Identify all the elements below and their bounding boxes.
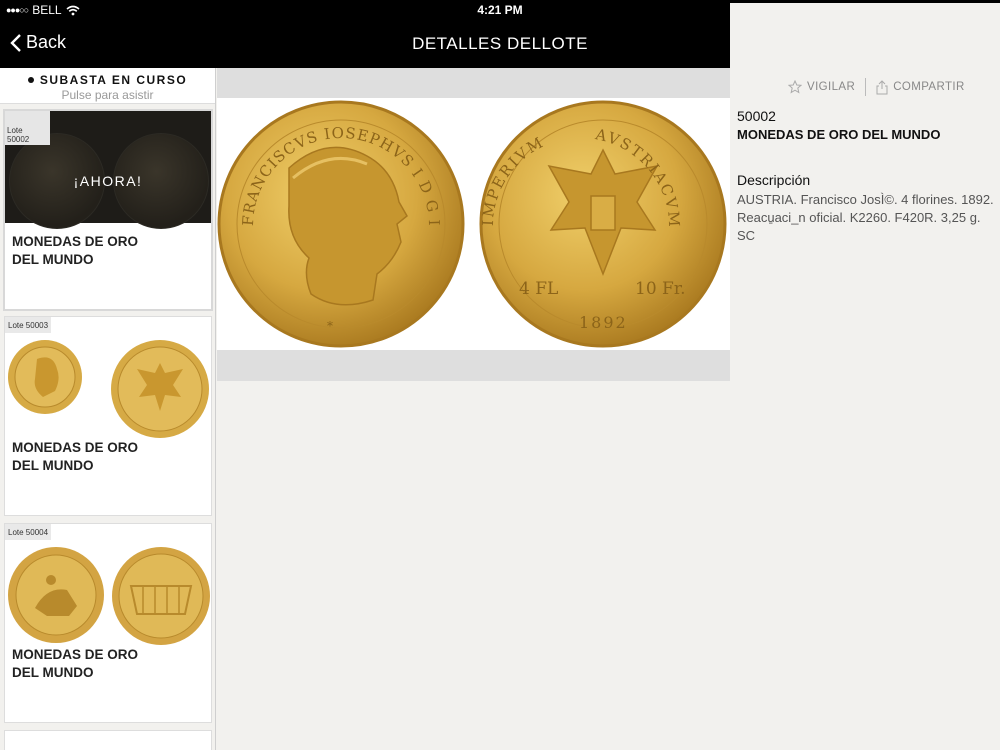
top-bar: ●●●○○ BELL 4:21 PM ✱ Back DETALLES DELLO… [0, 0, 1000, 685]
lot-photo[interactable]: FRANCISCVS IOSEPHVS I D G IMPERATOR ET R… [209, 84, 730, 350]
lot-label: Lote 50004 [5, 524, 52, 540]
lot-title-line: DEL MUNDO [12, 252, 94, 267]
lot-image-area: FRANCISCVS IOSEPHVS I D G IMPERATOR ET R… [209, 68, 730, 750]
action-bar: VIGILAR COMPARTIR [788, 78, 965, 96]
now-badge: ¡AHORA! [73, 173, 143, 189]
lot-label: Lote 50002 [5, 111, 50, 145]
denomination-right: 10 Fr. [635, 279, 686, 299]
coin-obverse-thumbnail [8, 340, 82, 414]
image-band-bottom [217, 350, 730, 381]
live-dot-icon [27, 77, 34, 83]
watch-button[interactable]: VIGILAR [788, 80, 855, 94]
image-band-top [217, 68, 730, 98]
lot-title-line: MONEDAS DE ORO [12, 440, 139, 455]
coin-reverse-thumbnail [112, 547, 210, 645]
lot-card[interactable]: Lote 50003 MONEDAS DE ORO DEL MUNDO [4, 316, 212, 516]
watch-label: VIGILAR [807, 81, 856, 93]
share-label: COMPARTIR [893, 81, 965, 93]
lot-card[interactable]: Lote 50002 ¡AHORA! MONEDAS DE ORO DEL MU… [3, 109, 213, 311]
coin-year: 1892 [579, 313, 628, 332]
lot-list-sidebar[interactable]: SUBASTA EN CURSO Pulse para asistir Lote… [0, 68, 216, 750]
share-button[interactable]: COMPARTIR [876, 79, 965, 95]
coin-obverse: FRANCISCVS IOSEPHVS I D G IMPERATOR ET R… [209, 84, 465, 348]
lot-card[interactable] [4, 730, 212, 750]
page-title: DETALLES DELLOTE [412, 34, 588, 53]
lot-thumbnail: Lote 50002 ¡AHORA! [5, 111, 211, 229]
navigation-bar: Back DETALLES DELLOTE [0, 20, 1000, 68]
lot-label: Lote 50003 [5, 317, 52, 333]
lot-detail-panel: VIGILAR COMPARTIR 50002 MONEDAS DE ORO D… [730, 68, 1000, 750]
coin-reverse: IMPERIVM AVSTRIACVM 4 FL 10 Fr. 1892 [479, 100, 727, 348]
lot-thumbnail: Lote 50003 [5, 317, 211, 438]
denomination-left: 4 FL [519, 279, 558, 299]
lot-number: 50002 [737, 108, 776, 124]
coin-obverse-thumbnail [8, 547, 104, 643]
coin-pair-image: FRANCISCVS IOSEPHVS I D G IMPERATOR ET R… [209, 84, 727, 348]
lot-title-line: MONEDAS DE ORO [12, 647, 139, 662]
lot-title-line: DEL MUNDO [12, 665, 94, 680]
lot-title-line: MONEDAS DE ORO [12, 234, 139, 249]
share-icon [876, 79, 888, 94]
lot-title-line: DEL MUNDO [12, 458, 94, 473]
lot-description: AUSTRIA. Francisco JosÌ©. 4 florines. 18… [737, 192, 994, 243]
live-heading: SUBASTA EN CURSO [39, 73, 188, 87]
live-auction-banner[interactable]: SUBASTA EN CURSO Pulse para asistir [0, 68, 215, 104]
action-divider [865, 78, 867, 96]
live-subtitle: Pulse para asistir [61, 88, 154, 102]
lot-thumbnail: Lote 50004 [5, 524, 211, 645]
coin-reverse-thumbnail [111, 340, 209, 438]
lot-title: MONEDAS DE ORO DEL MUNDO [5, 223, 211, 269]
lot-card[interactable]: Lote 50004 MONEDAS DE ORO DEL MUNDO [4, 523, 212, 723]
svg-text:*: * [327, 319, 333, 333]
lot-category: MONEDAS DE ORO DEL MUNDO [737, 127, 941, 142]
description-heading: Descripción [737, 172, 811, 188]
star-icon [788, 80, 802, 94]
status-bar: ●●●○○ BELL 4:21 PM ✱ [0, 0, 1000, 685]
